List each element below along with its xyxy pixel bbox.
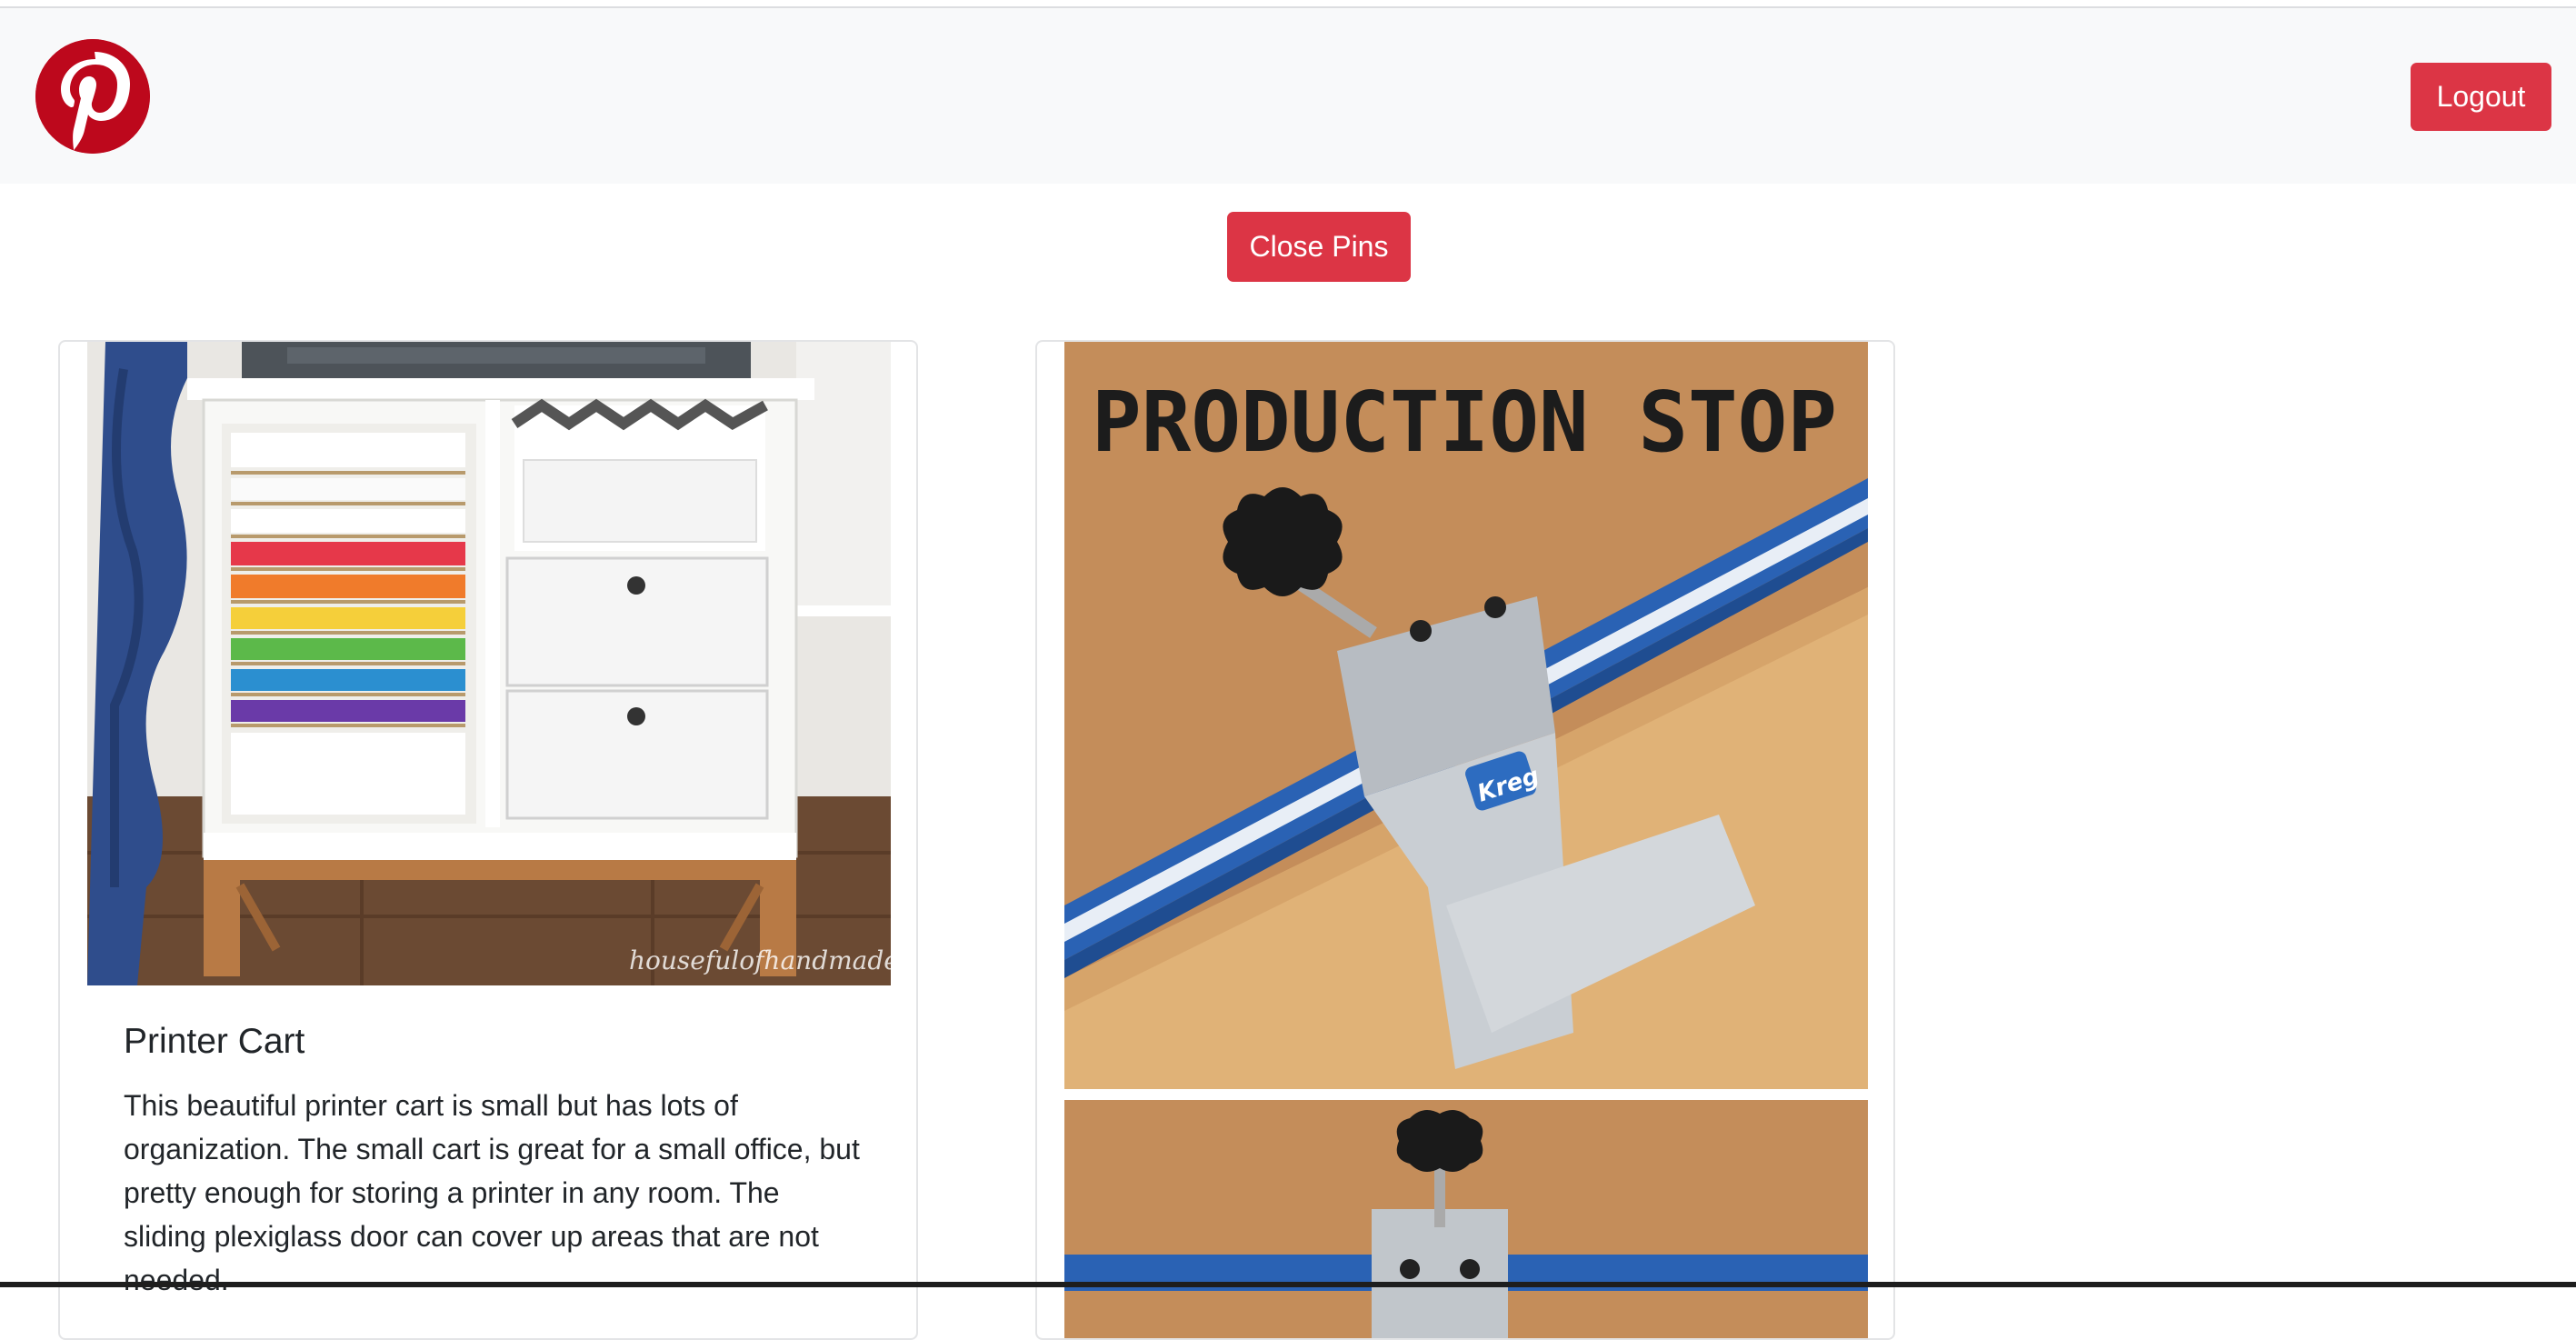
browser-top-edge	[0, 0, 2576, 8]
pin-card[interactable]: PRODUCTION STOP Kreg	[1035, 340, 1895, 1340]
pinterest-logo-icon[interactable]	[35, 39, 150, 154]
pin-image-production-stop-detail[interactable]	[1064, 1100, 1868, 1338]
close-pins-button[interactable]: Close Pins	[1227, 212, 1411, 282]
navbar: Logout	[0, 8, 2576, 184]
logout-button[interactable]: Logout	[2411, 63, 2551, 131]
pin-title: Printer Cart	[124, 1022, 305, 1061]
pin-card[interactable]: housefulofhandmade.com Printer Cart This…	[58, 340, 918, 1340]
pin-image-watermark: housefulofhandmade.com	[629, 945, 891, 975]
pin-image-heading: PRODUCTION STOP	[1092, 374, 1837, 471]
pin-image-printer-cart[interactable]: housefulofhandmade.com	[87, 342, 891, 985]
pin-image-production-stop[interactable]: PRODUCTION STOP Kreg	[1064, 342, 1868, 1089]
pin-description: This beautiful printer cart is small but…	[124, 1089, 860, 1296]
screen-bottom-edge	[0, 1282, 2576, 1287]
